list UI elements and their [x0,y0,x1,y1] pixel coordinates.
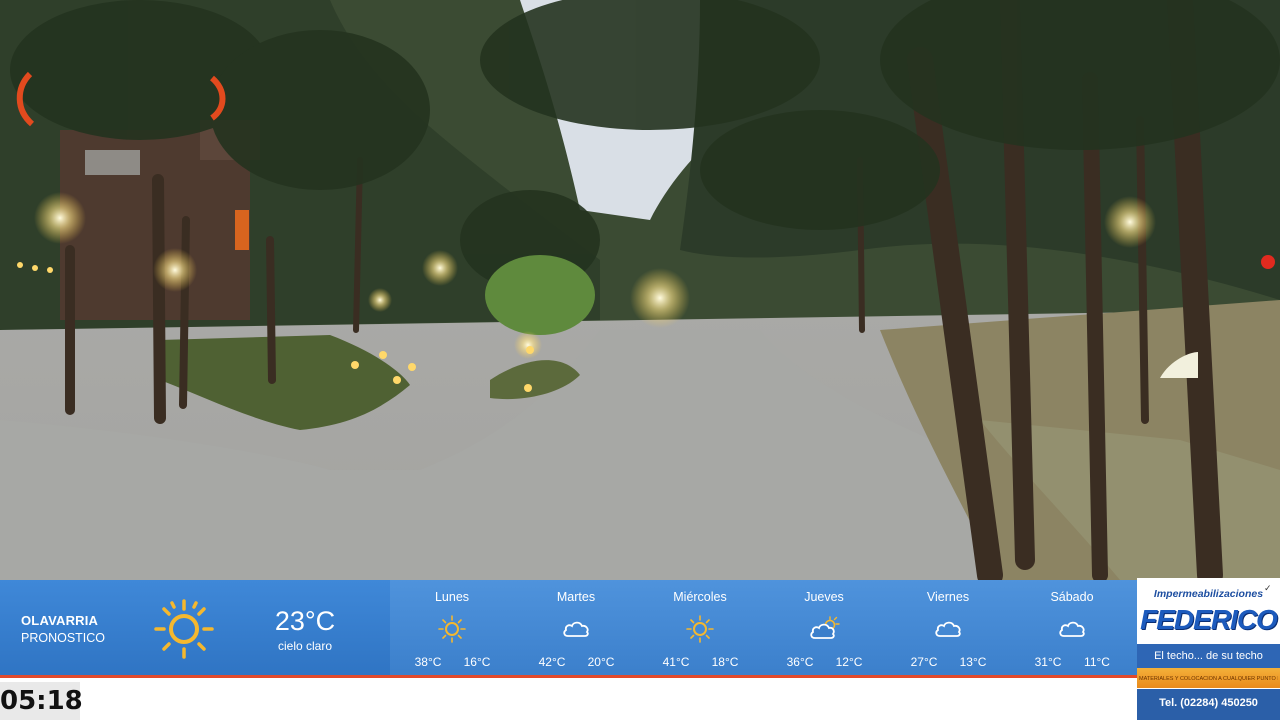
city-name: OLAVARRIA [21,613,99,628]
min-temperature: 11°C [1084,655,1110,669]
sun-icon [436,615,468,643]
current-weather-panel: OLAVARRIA PRONOSTICO 23°C cielo claro [0,580,390,677]
min-temperature: 13°C [959,655,987,669]
cloud-icon [560,615,592,643]
sun-icon [684,615,716,643]
advertisement-banner[interactable]: ✓ Impermeabilizaciones FEDERICO El techo… [1137,578,1280,720]
bottom-strip [0,678,1137,720]
max-temperature: 27°C [910,655,938,669]
min-temperature: 16°C [463,655,491,669]
forecast-day: Jueves 36°C 12°C [762,580,886,677]
day-name: Martes [556,590,596,604]
partly-cloudy-icon [808,615,840,643]
day-name: Jueves [804,590,844,604]
max-temperature: 36°C [786,655,814,669]
min-temperature: 18°C [711,655,739,669]
weather-forecast-bar: OLAVARRIA PRONOSTICO 23°C cielo claro Lu… [0,580,1137,677]
current-condition: cielo claro [277,639,333,653]
day-name: Miércoles [673,590,727,604]
min-temperature: 12°C [835,655,863,669]
ad-fine-print: MATERIALES Y COLOCACION A CUALQUIER PUNT… [1139,676,1278,682]
ad-tagline: Impermeabilizaciones [1153,588,1264,600]
forecast-subtitle: PRONOSTICO [21,631,106,645]
current-temperature: 23°C [274,606,336,636]
ad-brand-name: FEDERICO [1140,604,1278,635]
min-temperature: 20°C [587,655,615,669]
ad-slogan: El techo... de su techo [1137,644,1280,668]
street-scene-image [0,0,1280,580]
cloud-icon [932,615,964,643]
day-name: Lunes [434,590,470,604]
clock: 05:18 [0,682,83,720]
max-temperature: 38°C [414,655,442,669]
day-name: Sábado [1050,590,1094,604]
max-temperature: 41°C [662,655,690,669]
cloud-icon [1056,615,1088,643]
forecast-day: Miércoles 41°C 18°C [638,580,762,677]
day-name: Viernes [926,590,970,604]
forecast-day: Sábado 31°C 11°C [1010,580,1134,677]
camera-view [0,0,1280,580]
max-temperature: 42°C [538,655,566,669]
sun-icon [153,598,215,660]
max-temperature: 31°C [1034,655,1062,669]
forecast-day: Martes 42°C 20°C [514,580,638,677]
forecast-day: Viernes 27°C 13°C [886,580,1010,677]
ad-phone: Tel. (02284) 450250 [1137,689,1280,720]
forecast-day: Lunes 38°C 16°C [390,580,514,677]
